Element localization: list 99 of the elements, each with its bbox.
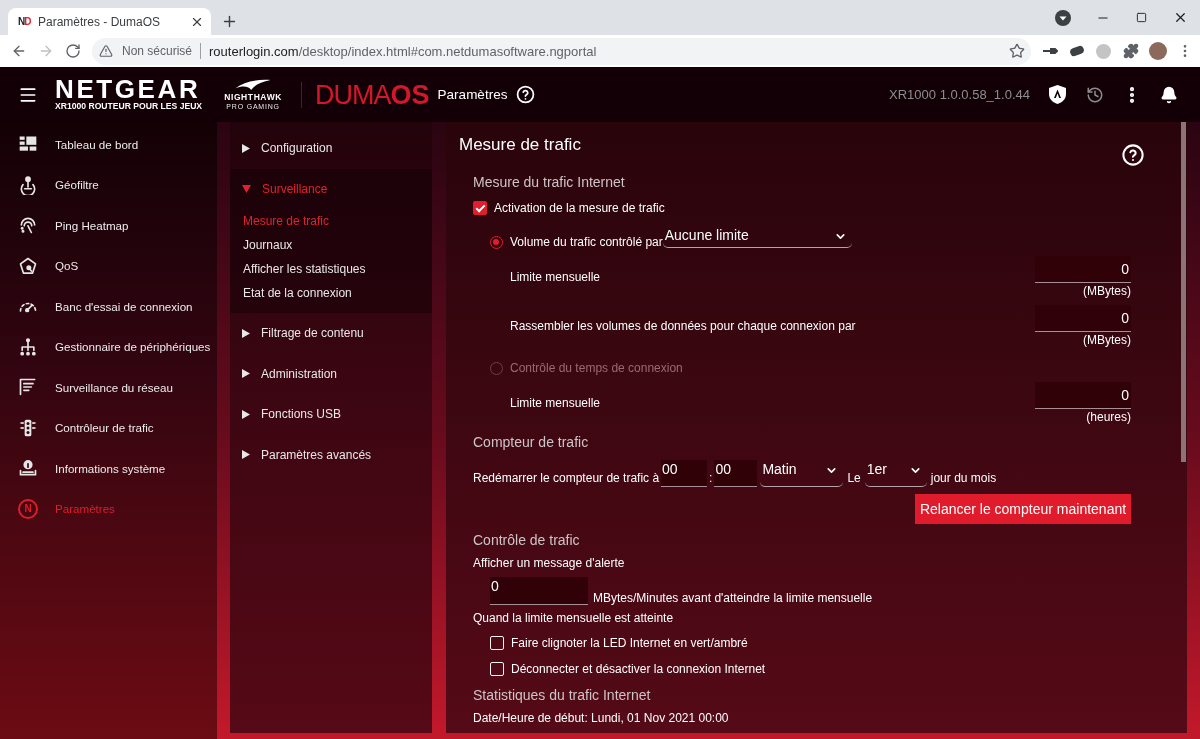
- checkbox[interactable]: [473, 201, 487, 215]
- checkbox[interactable]: [490, 662, 504, 676]
- sidebar-item[interactable]: QoS: [0, 245, 217, 286]
- menu-section[interactable]: Configuration: [230, 128, 432, 169]
- help-icon[interactable]: [1122, 144, 1144, 166]
- history-icon[interactable]: [1085, 85, 1104, 104]
- maximize-icon[interactable]: [1136, 12, 1147, 23]
- menu-item[interactable]: Afficher les statistiques: [230, 257, 432, 281]
- network-icon: [18, 336, 38, 357]
- menu-section[interactable]: Filtrage de contenu: [230, 313, 432, 354]
- security-label: Non sécurisé: [122, 44, 193, 58]
- address-bar[interactable]: Non sécurisé routerlogin.com/desktop/index.html#com.netdumasoftware.ngportal: [92, 37, 1031, 65]
- checkbox[interactable]: [490, 636, 504, 650]
- sidebar-item[interactable]: Ping Heatmap: [0, 205, 217, 246]
- new-tab-icon[interactable]: [221, 13, 238, 30]
- joystick-icon: [18, 174, 38, 195]
- info-icon: [18, 458, 38, 479]
- unit-label: (heures): [1086, 408, 1131, 426]
- section-heading: Statistiques du trafic Internet: [473, 686, 652, 705]
- reset-counter-button[interactable]: Relancer le compteur maintenant: [915, 494, 1131, 524]
- instruction-text: Date/Heure de début: Lundi, 01 Nov 2021 00:00: [473, 710, 730, 727]
- help-icon[interactable]: [516, 85, 536, 104]
- instruction-text: Afficher un message d'alerte: [473, 555, 626, 572]
- warning-icon: [99, 44, 113, 58]
- menu-section[interactable]: Paramètres avancés: [230, 434, 432, 475]
- time-separator: :: [709, 470, 713, 487]
- bell-icon[interactable]: [1159, 85, 1178, 104]
- caret-right-icon: [242, 369, 250, 379]
- sidebar-item[interactable]: Contrôleur de trafic: [0, 407, 217, 448]
- number-input[interactable]: 0: [1035, 304, 1131, 332]
- instruction-text: Quand la limite mensuelle est atteinte: [473, 610, 675, 627]
- menu-item[interactable]: Mesure de trafic: [230, 209, 432, 233]
- hour-input[interactable]: 00: [661, 460, 708, 487]
- caret-down-icon: [242, 184, 251, 193]
- favicon: ND: [18, 16, 32, 27]
- radio-label: Volume du trafic contrôlé par: [510, 234, 663, 251]
- sub-brand-name: NIGHTHAWK: [224, 91, 282, 103]
- close-icon[interactable]: [1173, 10, 1188, 25]
- checkbox-label: Faire clignoter la LED Internet en vert/ambré: [511, 634, 748, 652]
- avatar[interactable]: [1148, 42, 1167, 60]
- unit-label: (MBytes): [1083, 282, 1131, 300]
- signal-icon: [18, 215, 38, 236]
- sidebar-item[interactable]: Tableau de bord: [0, 124, 217, 165]
- checkbox-label: Déconnecter et désactiver la connexion Internet: [511, 660, 766, 678]
- dropdown[interactable]: 1er: [864, 460, 927, 487]
- dropdown[interactable]: Aucune limite: [662, 226, 852, 248]
- dropdown[interactable]: Matin: [760, 460, 844, 487]
- browser-tab[interactable]: ND Paramètres - DumaOS: [8, 8, 211, 35]
- section-heading: Mesure du trafic Internet: [473, 173, 626, 192]
- logo-icon: N: [18, 498, 38, 519]
- number-input[interactable]: 0: [490, 577, 588, 605]
- menu-item[interactable]: Journaux: [230, 233, 432, 257]
- caret-right-icon: [242, 143, 250, 153]
- os-suffix: OS: [390, 79, 430, 110]
- menu-section[interactable]: Administration: [230, 353, 432, 394]
- sidebar-item[interactable]: Banc d'essai de connexion: [0, 286, 217, 327]
- star-icon[interactable]: [1009, 43, 1025, 59]
- sidebar-item[interactable]: Informations système: [0, 448, 217, 489]
- menu-section[interactable]: Fonctions USB: [230, 394, 432, 435]
- caret-right-icon: [242, 450, 250, 460]
- brand-name: NETGEAR: [55, 77, 201, 101]
- field-label: Le: [847, 470, 861, 487]
- page-title: Paramètres: [437, 87, 508, 102]
- puzzle-icon[interactable]: [1122, 43, 1139, 59]
- panel-title: Mesure de trafic: [459, 134, 581, 156]
- sidebar-item[interactable]: Gestionnaire de périphériques: [0, 326, 217, 367]
- reload-icon[interactable]: [65, 43, 81, 59]
- pentagon-icon: [18, 255, 38, 276]
- caret-right-icon: [242, 328, 250, 338]
- pin-icon[interactable]: [1041, 46, 1058, 56]
- checkbox-label: Activation de la mesure de trafic: [494, 199, 665, 217]
- os-name: DUMA: [315, 79, 391, 110]
- menu-item[interactable]: Etat de la connexion: [230, 281, 432, 305]
- field-label: Rassembler les volumes de données pour chaque connexion par: [510, 318, 856, 335]
- unit-label: (MBytes): [1083, 331, 1131, 349]
- list-icon: [18, 377, 38, 398]
- menu-section[interactable]: Surveillance: [230, 168, 432, 209]
- caret-right-icon: [242, 409, 250, 419]
- scrollbar-thumb[interactable]: [1181, 122, 1186, 462]
- section-heading: Contrôle de trafic: [473, 531, 581, 550]
- minute-input[interactable]: 00: [714, 460, 758, 487]
- sidebar-item[interactable]: Surveillance du réseau: [0, 367, 217, 408]
- sidebar-item[interactable]: Géofiltre: [0, 164, 217, 205]
- shield-icon[interactable]: [1049, 85, 1066, 104]
- firmware-version: XR1000 1.0.0.58_1.0.44: [889, 87, 1030, 102]
- traffic-light-icon: [18, 417, 38, 438]
- field-label: jour du mois: [930, 470, 997, 487]
- radio-label: Contrôle du temps de connexion: [510, 360, 683, 377]
- field-label: Limite mensuelle: [510, 269, 601, 286]
- url-text: routerlogin.com/desktop/index.html#com.netdumasoftware.ngportal: [209, 43, 598, 59]
- field-label: Limite mensuelle: [510, 395, 601, 412]
- circle-caret-icon[interactable]: [1055, 9, 1071, 26]
- section-heading: Compteur de trafic: [473, 433, 590, 452]
- capsule-icon[interactable]: [1068, 45, 1085, 57]
- brand-tagline: XR1000 ROUTEUR POUR LES JEUX: [55, 101, 203, 112]
- field-label: Redémarrer le compteur de trafic à: [473, 470, 660, 487]
- back-icon[interactable]: [11, 43, 27, 59]
- field-label: MBytes/Minutes avant d'atteindre la limite mensuelle: [593, 591, 873, 605]
- number-input[interactable]: 0: [1035, 255, 1131, 283]
